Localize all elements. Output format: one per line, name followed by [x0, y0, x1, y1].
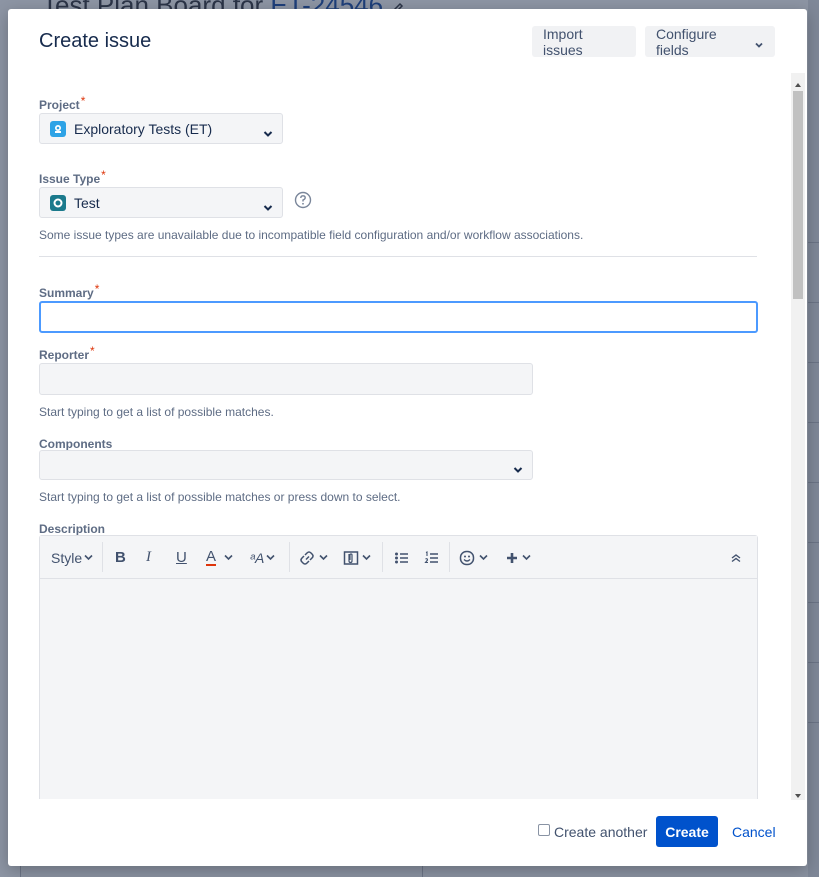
- bullet-list-button[interactable]: [394, 536, 410, 579]
- italic-label: I: [146, 549, 151, 565]
- description-textarea[interactable]: [40, 579, 757, 799]
- attachment-button[interactable]: [343, 536, 371, 579]
- description-editor: Style B I U A ᵃA: [39, 535, 758, 799]
- background-bottom-strip: [20, 866, 808, 877]
- background-divider: [808, 422, 819, 423]
- required-marker: *: [80, 94, 86, 108]
- issue-type-label: Issue Type*: [39, 168, 106, 186]
- required-marker: *: [94, 282, 100, 296]
- import-issues-label: Import issues: [543, 25, 583, 58]
- plus-icon: [507, 552, 517, 563]
- text-color-label: A: [206, 548, 217, 566]
- import-issues-button[interactable]: Import issues: [532, 25, 636, 58]
- style-dropdown[interactable]: Style: [51, 536, 93, 579]
- dialog-title: Create issue: [39, 30, 152, 52]
- reporter-label-text: Reporter: [39, 348, 90, 362]
- components-label: Components: [39, 437, 113, 451]
- test-issuetype-icon: [50, 194, 66, 211]
- underline-label: U: [176, 549, 187, 566]
- section-divider: [39, 256, 757, 257]
- text-format-button[interactable]: ᵃA: [250, 536, 275, 579]
- issue-type-label-text: Issue Type: [39, 172, 101, 186]
- scrollbar-thumb[interactable]: [793, 91, 803, 299]
- collapse-toolbar-button[interactable]: [730, 536, 742, 579]
- background-divider: [808, 662, 819, 663]
- create-button-label: Create: [665, 823, 709, 840]
- cancel-button[interactable]: Cancel: [732, 824, 776, 840]
- scroll-up-arrow-icon[interactable]: [794, 76, 802, 87]
- chevron-down-icon: [754, 37, 764, 48]
- background-right-strip: [808, 0, 819, 877]
- required-marker: *: [90, 344, 95, 358]
- reporter-input[interactable]: [39, 363, 533, 395]
- project-select[interactable]: Exploratory Tests (ET): [39, 113, 283, 144]
- chevron-down-icon: [513, 461, 523, 477]
- background-divider: [808, 302, 819, 303]
- components-select[interactable]: [39, 450, 533, 480]
- background-divider: [808, 362, 819, 363]
- chevron-down-icon: [319, 554, 328, 561]
- chevron-down-icon: [522, 554, 531, 561]
- background-divider: [808, 542, 819, 543]
- text-color-button[interactable]: A: [206, 536, 233, 579]
- emoji-button[interactable]: [459, 536, 488, 579]
- link-button[interactable]: [299, 536, 328, 579]
- background-divider: [808, 722, 819, 723]
- emoji-icon: [459, 550, 475, 565]
- numbered-list-icon: [424, 550, 438, 563]
- editor-toolbar: Style B I U A ᵃA: [40, 536, 757, 579]
- scroll-down-arrow-icon[interactable]: [794, 787, 802, 798]
- summary-label-text: Summary: [39, 286, 94, 300]
- background-divider: [808, 602, 819, 603]
- background-divider: [808, 242, 819, 243]
- toolbar-separator: [289, 542, 290, 572]
- reporter-help: Start typing to get a list of possible m…: [39, 405, 274, 419]
- chevron-down-icon: [362, 554, 371, 561]
- reporter-label: Reporter*: [39, 344, 95, 362]
- italic-button[interactable]: I: [146, 536, 151, 579]
- configure-fields-button[interactable]: Configure fields: [645, 25, 775, 58]
- summary-label: Summary*: [39, 282, 99, 300]
- summary-input[interactable]: [39, 301, 758, 333]
- project-label-text: Project: [39, 98, 80, 112]
- link-icon: [300, 550, 314, 565]
- required-marker: *: [101, 168, 106, 182]
- project-label: Project*: [39, 94, 85, 112]
- configure-fields-label: Configure fields: [656, 25, 717, 58]
- chevron-down-icon: [84, 554, 93, 561]
- description-label: Description: [39, 522, 106, 536]
- issue-type-select-value: Test: [74, 194, 100, 211]
- issue-type-select[interactable]: Test: [39, 187, 283, 218]
- toolbar-separator: [382, 542, 383, 572]
- create-another-label[interactable]: Create another: [554, 824, 647, 840]
- create-another-checkbox[interactable]: [538, 824, 550, 836]
- dialog-content: Project* Exploratory Tests (ET) Issue Ty…: [8, 73, 791, 799]
- toolbar-separator: [449, 542, 450, 572]
- background-divider: [422, 866, 423, 877]
- style-dropdown-label: Style: [51, 549, 83, 566]
- bold-button[interactable]: B: [115, 536, 126, 579]
- create-button[interactable]: Create: [656, 816, 718, 847]
- underline-button[interactable]: U: [176, 536, 187, 579]
- bold-label: B: [115, 549, 126, 566]
- chevron-down-icon: [266, 554, 275, 561]
- create-issue-dialog: Create issue Import issues Configure fie…: [8, 9, 807, 866]
- chevron-down-icon: [263, 125, 273, 141]
- project-select-value: Exploratory Tests (ET): [74, 120, 213, 137]
- components-help: Start typing to get a list of possible m…: [39, 490, 401, 504]
- chevron-down-icon: [224, 554, 233, 561]
- project-avatar-icon: [50, 120, 66, 137]
- issue-type-help: Some issue types are unavailable due to …: [39, 228, 584, 242]
- chevron-down-icon: [263, 199, 273, 215]
- attachment-icon: [343, 550, 359, 565]
- question-circle-icon[interactable]: [294, 191, 312, 214]
- double-chevron-up-icon: [731, 553, 741, 562]
- insert-more-button[interactable]: [505, 536, 531, 579]
- text-format-label: ᵃA: [250, 549, 265, 566]
- chevron-down-icon: [479, 554, 488, 561]
- bullet-list-icon: [395, 552, 408, 563]
- background-divider: [808, 482, 819, 483]
- toolbar-separator: [102, 542, 103, 572]
- numbered-list-button[interactable]: [424, 536, 440, 579]
